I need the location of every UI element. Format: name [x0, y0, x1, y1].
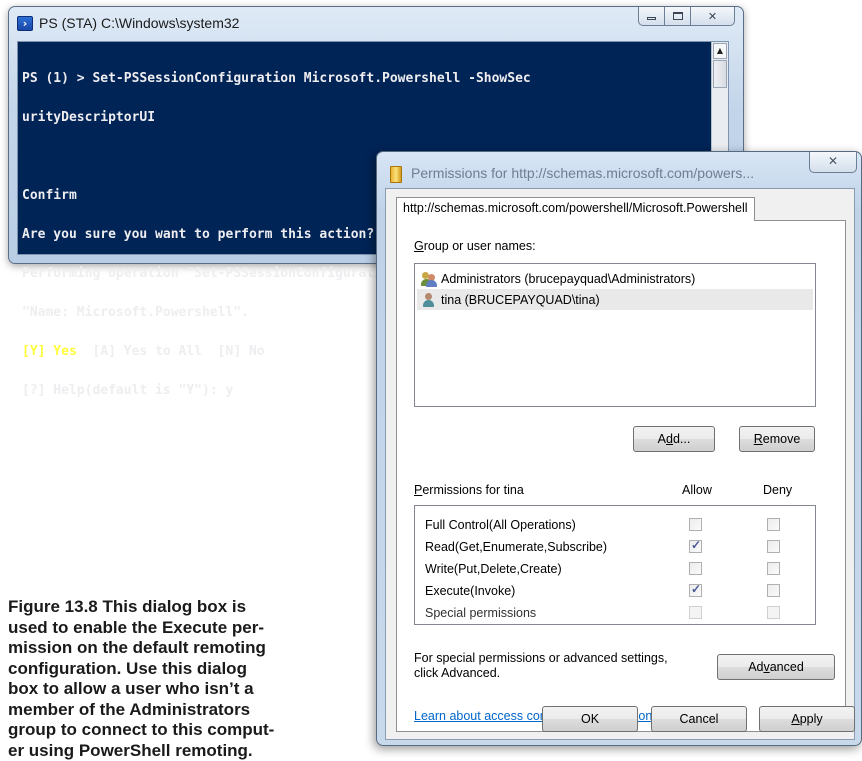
allow-checkbox-execute[interactable]	[689, 584, 702, 597]
permission-name: Write(Put,Delete,Create)	[425, 562, 562, 576]
remove-label-mnemonic: R	[754, 432, 763, 446]
advanced-label-rest: anced	[770, 660, 804, 674]
caption-line: used to enable the Execute per-	[8, 618, 308, 639]
close-button[interactable]: ✕	[690, 7, 735, 26]
powershell-icon: ›	[17, 16, 33, 31]
tab-page: Group or user names: Administrators (bru…	[396, 220, 846, 732]
tab-microsoft-powershell[interactable]: http://schemas.microsoft.com/powershell/…	[396, 197, 755, 221]
minimize-icon	[647, 17, 656, 20]
advanced-help-text: For special permissions or advanced sett…	[414, 651, 668, 681]
caption-line: er using PowerShell remoting.	[8, 741, 308, 761]
remove-label-rest: emove	[763, 432, 801, 446]
caption-line: group to connect to this comput-	[8, 720, 308, 741]
figure-caption: Figure 13.8 This dialog box is used to e…	[8, 597, 308, 761]
close-icon: ✕	[828, 154, 838, 168]
permissions-label-text: ermissions for tina	[422, 483, 523, 497]
add-button[interactable]: Add...	[633, 426, 715, 452]
permission-name: Read(Get,Enumerate,Subscribe)	[425, 540, 607, 554]
caption-line: mission on the default remoting	[8, 638, 308, 659]
user-list[interactable]: Administrators (brucepayquad\Administrat…	[414, 263, 816, 407]
advanced-label-pre: Ad	[748, 660, 763, 674]
scroll-thumb[interactable]	[713, 60, 727, 88]
add-label-mnemonic: d	[666, 432, 673, 446]
minimize-button[interactable]	[638, 7, 665, 26]
permission-name: Execute(Invoke)	[425, 584, 515, 598]
permissions-for-label: Permissions for tina	[414, 483, 524, 497]
deny-checkbox-execute[interactable]	[767, 584, 780, 597]
apply-label-rest: pply	[800, 712, 823, 726]
user-name: tina (BRUCEPAYQUAD\tina)	[441, 293, 600, 307]
deny-checkbox-write[interactable]	[767, 562, 780, 575]
deny-checkbox-read[interactable]	[767, 540, 780, 553]
maximize-icon	[673, 12, 683, 20]
permission-row-read: Read(Get,Enumerate,Subscribe)	[415, 536, 815, 558]
user-item-administrators[interactable]: Administrators (brucepayquad\Administrat…	[417, 268, 813, 289]
user-name: Administrators (brucepayquad\Administrat…	[441, 272, 695, 286]
dialog-body: http://schemas.microsoft.com/powershell/…	[385, 188, 855, 740]
console-prompt-highlight: [Y] Yes	[22, 344, 77, 359]
allow-checkbox-special	[689, 606, 702, 619]
add-label-pre: A	[658, 432, 666, 446]
group-users-label: Group or user names:	[414, 239, 536, 253]
permission-row-execute: Execute(Invoke)	[415, 580, 815, 602]
group-users-icon	[421, 271, 437, 287]
permission-name: Full Control(All Operations)	[425, 518, 576, 532]
user-icon	[421, 292, 437, 308]
deny-checkbox-special	[767, 606, 780, 619]
ps-titlebar[interactable]: › PS (STA) C:\Windows\system32 ✕	[9, 7, 743, 39]
dialog-close-button[interactable]: ✕	[809, 152, 857, 173]
apply-label-mnemonic: A	[791, 712, 799, 726]
apply-button[interactable]: Apply	[759, 706, 855, 732]
deny-header: Deny	[763, 483, 792, 497]
advanced-help-line: For special permissions or advanced sett…	[414, 651, 668, 666]
permission-name: Special permissions	[425, 606, 536, 620]
close-icon: ✕	[708, 10, 717, 23]
group-label-text: roup or user names:	[424, 239, 536, 253]
permission-row-full-control: Full Control(All Operations)	[415, 514, 815, 536]
user-item-tina[interactable]: tina (BRUCEPAYQUAD\tina)	[417, 289, 813, 310]
caption-line: box to allow a user who isn’t a	[8, 679, 308, 700]
advanced-help-line: click Advanced.	[414, 666, 668, 681]
permissions-dialog: Permissions for http://schemas.microsoft…	[376, 151, 862, 746]
group-label-mnemonic: G	[414, 239, 424, 253]
ok-button[interactable]: OK	[542, 706, 638, 732]
allow-checkbox-write[interactable]	[689, 562, 702, 575]
console-prompt-choices: [A] Yes to All [N] No	[77, 344, 265, 359]
advanced-button[interactable]: Advanced	[717, 654, 835, 680]
caption-line: Figure 13.8 This dialog box is	[8, 597, 308, 618]
maximize-button[interactable]	[664, 7, 691, 26]
cancel-button[interactable]: Cancel	[651, 706, 747, 732]
folder-icon	[390, 166, 402, 183]
permissions-list: Full Control(All Operations) Read(Get,En…	[414, 505, 816, 625]
add-label-rest: d...	[673, 432, 690, 446]
allow-checkbox-full-control[interactable]	[689, 518, 702, 531]
permission-row-write: Write(Put,Delete,Create)	[415, 558, 815, 580]
console-line: PS (1) > Set-PSSessionConfiguration Micr…	[22, 72, 710, 85]
caption-line: configuration. Use this dialog	[8, 659, 308, 680]
caption-line: member of the Administrators	[8, 700, 308, 721]
deny-checkbox-full-control[interactable]	[767, 518, 780, 531]
permission-row-special: Special permissions	[415, 602, 815, 624]
dialog-title: Permissions for http://schemas.microsoft…	[411, 165, 754, 181]
allow-checkbox-read[interactable]	[689, 540, 702, 553]
remove-button[interactable]: Remove	[739, 426, 815, 452]
scroll-up-icon[interactable]: ▲	[713, 43, 727, 59]
allow-header: Allow	[682, 483, 712, 497]
ps-window-title: PS (STA) C:\Windows\system32	[39, 15, 239, 31]
console-line: urityDescriptorUI	[22, 111, 710, 124]
ps-window-controls: ✕	[639, 7, 735, 26]
